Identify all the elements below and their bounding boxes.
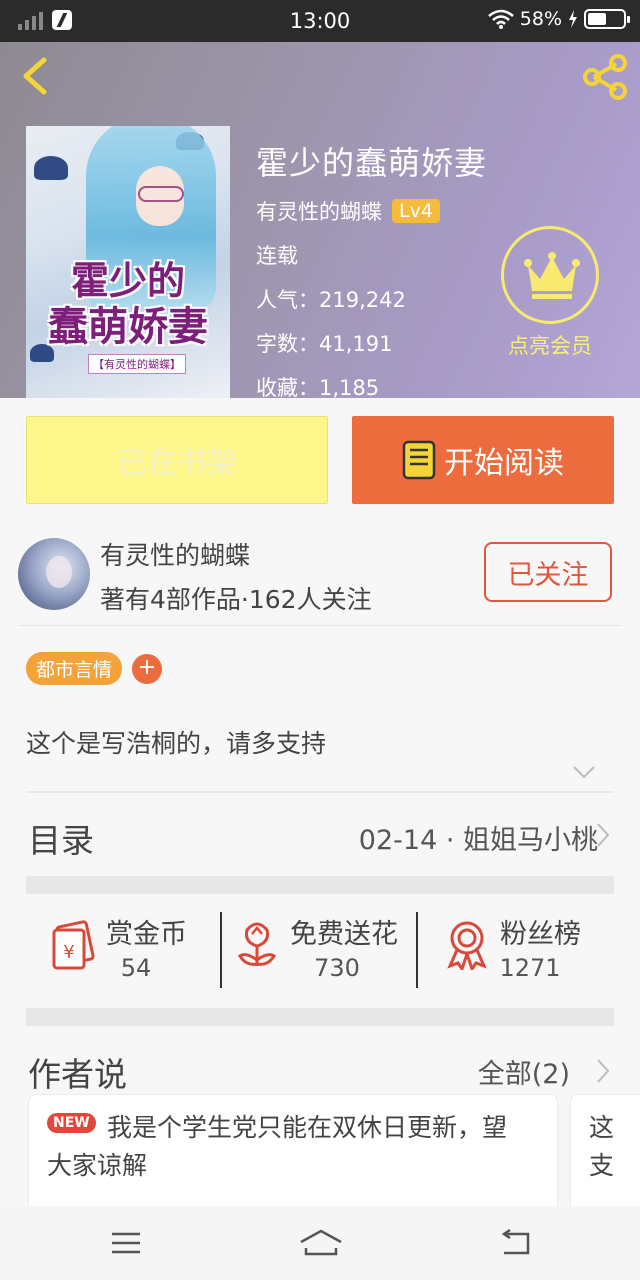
genre-tag[interactable]: 都市言情 [26, 652, 123, 685]
latest-chapter: 02-14 · 姐姐马小桃 [358, 825, 598, 856]
fan-ranking-value: 1271 [499, 954, 561, 982]
battery-percent: 58% [519, 8, 562, 30]
cover-author: 【有灵性的蝴蝶】 [88, 354, 186, 374]
vip-label: 点亮会员 [508, 334, 592, 358]
author-post-text: 这支 [589, 1113, 615, 1180]
add-tag-button[interactable]: + [132, 653, 163, 684]
chevron-right-icon [597, 823, 610, 847]
cover-title: 霍少的 蠢萌娇妻 [48, 258, 208, 350]
book-detail-body: 已在书架 开始阅读 有灵性的蝴蝶 著有4部作品·162人关注 已关注 都市言情 … [0, 398, 640, 1214]
on-shelf-button[interactable]: 已在书架 [26, 416, 328, 504]
stats-row: ¥ 赏金币 54 免费送花 730 粉丝榜 1271 [26, 894, 614, 1024]
book-title: 霍少的蠢萌娇妻 [256, 144, 488, 182]
start-reading-button[interactable]: 开始阅读 [352, 416, 614, 504]
section-divider [26, 1008, 614, 1026]
home-icon[interactable] [298, 1228, 344, 1258]
chevron-right-icon[interactable] [596, 1058, 610, 1084]
book-description: 这个是写浩桐的，请多支持 [26, 729, 327, 758]
free-flowers-value: 730 [314, 954, 360, 982]
back-arrow-icon[interactable] [16, 56, 52, 96]
book-author[interactable]: 有灵性的蝴蝶 [256, 196, 382, 226]
back-nav-icon[interactable] [496, 1228, 536, 1258]
fan-ranking-label: 粉丝榜 [500, 919, 581, 950]
expand-chevron-icon[interactable] [572, 764, 596, 780]
reward-coins-stat[interactable]: ¥ 赏金币 54 [50, 912, 210, 986]
butterfly-decoration [34, 156, 68, 180]
author-avatar[interactable] [18, 538, 90, 610]
book-info: 霍少的蠢萌娇妻 有灵性的蝴蝶 Lv4 连载 人气：219,242 字数：41,1… [256, 138, 487, 402]
author-post-card[interactable]: NEW 我是个学生党只能在双休日更新，望大家谅解 [28, 1094, 558, 1214]
book-cover[interactable]: 霍少的 蠢萌娇妻 【有灵性的蝴蝶】 [26, 126, 230, 398]
svg-text:¥: ¥ [63, 942, 74, 963]
charging-icon [569, 10, 577, 28]
battery-icon [584, 9, 630, 29]
flower-icon [237, 922, 277, 966]
toc-label: 目录 [28, 821, 94, 860]
followed-label: 已关注 [507, 559, 589, 591]
book-header: 霍少的 蠢萌娇妻 【有灵性的蝴蝶】 霍少的蠢萌娇妻 有灵性的蝴蝶 Lv4 连载 … [0, 42, 640, 400]
vip-button[interactable]: 点亮会员 [500, 226, 600, 360]
author-says-all-link[interactable]: 全部(2) [478, 1052, 570, 1091]
menu-icon[interactable] [106, 1228, 146, 1258]
tag-list: 都市言情 + [26, 652, 163, 685]
table-of-contents-row[interactable]: 目录 02-14 · 姐姐马小桃 [0, 794, 640, 876]
followed-button[interactable]: 已关注 [484, 542, 612, 602]
book-word-count: 字数：41,191 [256, 332, 393, 356]
divider [26, 791, 614, 793]
reward-coins-label: 赏金币 [106, 919, 187, 950]
system-nav-bar [0, 1206, 640, 1280]
fan-ranking-stat[interactable]: 粉丝榜 1271 [444, 912, 604, 986]
section-divider [26, 876, 614, 894]
author-post-card[interactable]: 这支 [570, 1094, 640, 1214]
crown-icon [524, 252, 580, 299]
on-shelf-label: 已在书架 [117, 446, 237, 481]
author-post-text: 我是个学生党只能在双休日更新，望大家谅解 [47, 1113, 508, 1180]
reward-coins-value: 54 [120, 954, 152, 982]
stat-divider [416, 912, 418, 988]
free-flowers-label: 免费送花 [290, 919, 398, 950]
book-popularity: 人气：219,242 [256, 288, 406, 312]
status-bar: 13:00 58% [0, 0, 640, 42]
free-flowers-stat[interactable]: 免费送花 730 [234, 912, 424, 986]
start-reading-label: 开始阅读 [444, 446, 564, 481]
author-name[interactable]: 有灵性的蝴蝶 [100, 536, 250, 572]
stat-divider [220, 912, 222, 988]
book-icon [402, 440, 436, 480]
wifi-icon [487, 9, 514, 29]
author-row[interactable]: 有灵性的蝴蝶 著有4部作品·162人关注 已关注 [18, 536, 622, 626]
author-says-section: 作者说 全部(2) NEW 我是个学生党只能在双休日更新，望大家谅解 这支 [0, 1038, 640, 1214]
cover-character-glasses [138, 186, 184, 202]
author-says-label: 作者说 [28, 1055, 127, 1094]
author-stats: 著有4部作品·162人关注 [100, 585, 372, 614]
share-icon[interactable] [580, 54, 630, 100]
author-level-badge: Lv4 [392, 199, 440, 223]
book-state: 连载 [256, 244, 298, 268]
